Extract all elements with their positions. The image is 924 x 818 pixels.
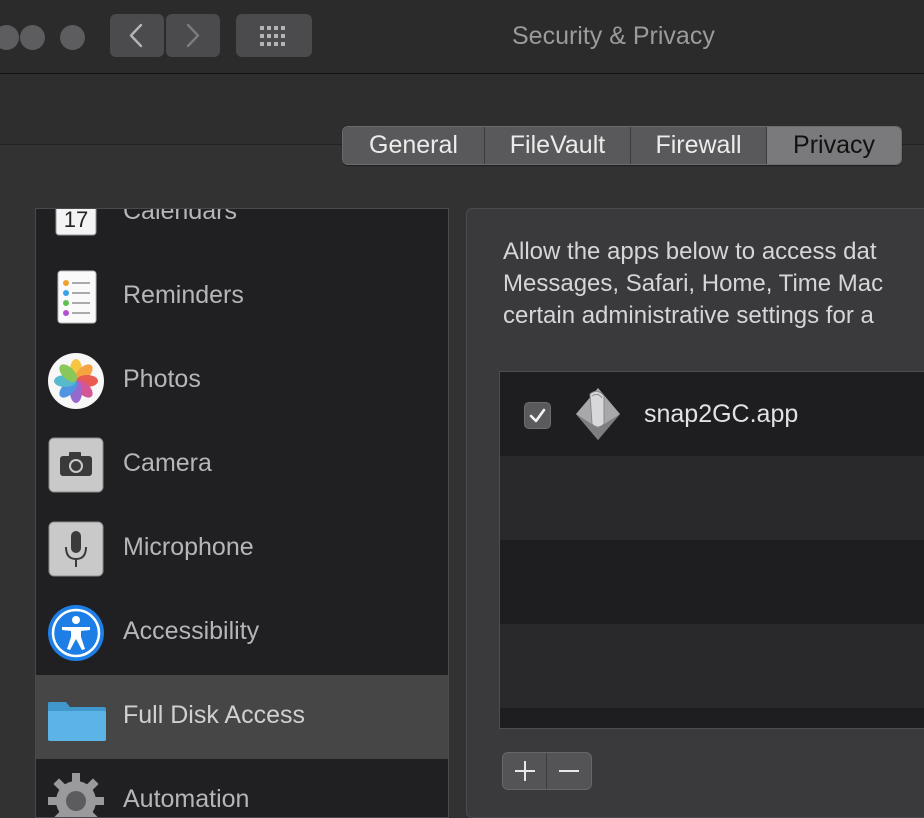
sidebar-item-camera[interactable]: Camera: [36, 423, 448, 507]
sidebar-item-label: Calendars: [123, 208, 237, 225]
sidebar-item-label: Automation: [123, 785, 250, 813]
close-window-button[interactable]: [0, 25, 19, 50]
add-remove-controls: [502, 752, 592, 790]
chevron-right-icon: [186, 23, 200, 48]
calendar-icon: 17: [55, 208, 97, 236]
microphone-icon: [48, 521, 104, 577]
folder-icon: [48, 702, 106, 741]
minus-icon: [559, 770, 579, 772]
description-line: certain administrative settings for a: [503, 302, 874, 329]
sidebar-item-label: Camera: [123, 449, 212, 477]
sidebar-item-label: Photos: [123, 365, 201, 393]
window-title: Security & Privacy: [512, 22, 715, 50]
checkmark-icon: [529, 408, 546, 423]
app-row[interactable]: snap2GC.app: [500, 372, 924, 456]
sidebar-item-label: Accessibility: [123, 617, 260, 645]
plus-icon: [515, 761, 535, 781]
svg-text:17: 17: [64, 208, 88, 232]
sidebar-item-accessibility[interactable]: Accessibility: [36, 591, 448, 675]
zoom-window-button[interactable]: [60, 25, 85, 50]
tab-filevault[interactable]: FileVault: [485, 127, 631, 164]
gear-icon: [48, 773, 104, 817]
app-row-empty: [500, 708, 924, 728]
sidebar-item-microphone[interactable]: Microphone: [36, 507, 448, 591]
tab-firewall[interactable]: Firewall: [631, 127, 767, 164]
sidebar-item-label: Full Disk Access: [123, 701, 305, 729]
app-row-empty: [500, 624, 924, 708]
description-text: Allow the apps below to access dat Messa…: [503, 236, 924, 332]
add-app-button[interactable]: [503, 753, 547, 789]
app-row-empty: [500, 540, 924, 624]
sidebar-item-automation[interactable]: Automation: [36, 759, 448, 817]
tab-privacy[interactable]: Privacy: [767, 127, 901, 164]
title-bar: Security & Privacy: [0, 0, 924, 74]
forward-button[interactable]: [166, 14, 220, 57]
sidebar-item-label: Reminders: [123, 281, 244, 309]
app-name: snap2GC.app: [644, 400, 799, 428]
back-button[interactable]: [110, 14, 164, 57]
reminders-icon: [57, 270, 97, 324]
sidebar-item-reminders[interactable]: Reminders: [36, 255, 448, 339]
show-all-button[interactable]: [236, 14, 312, 57]
remove-app-button[interactable]: [547, 753, 591, 789]
description-line: Allow the apps below to access dat: [503, 238, 877, 265]
script-icon: [576, 388, 620, 440]
sidebar-item-photos[interactable]: Photos: [36, 339, 448, 423]
photos-icon: [48, 353, 104, 409]
sidebar-item-label: Microphone: [123, 533, 254, 561]
accessibility-icon: [48, 605, 104, 661]
camera-icon: [48, 437, 104, 493]
privacy-category-list[interactable]: 17 Calendars Reminders Photos Camera Mic…: [35, 208, 449, 818]
sidebar-item-full-disk-access[interactable]: Full Disk Access: [36, 675, 448, 759]
sidebar-item-calendars[interactable]: 17 Calendars: [36, 208, 448, 255]
app-enabled-checkbox[interactable]: [524, 402, 551, 429]
description-line: Messages, Safari, Home, Time Mac: [503, 270, 884, 297]
grid-icon: [260, 26, 285, 46]
app-list[interactable]: snap2GC.app: [499, 371, 924, 729]
chevron-left-icon: [129, 23, 143, 48]
tab-bar: General FileVault Firewall Privacy: [342, 126, 902, 165]
tab-general[interactable]: General: [343, 127, 485, 164]
minimize-window-button[interactable]: [20, 25, 45, 50]
app-row-empty: [500, 456, 924, 540]
